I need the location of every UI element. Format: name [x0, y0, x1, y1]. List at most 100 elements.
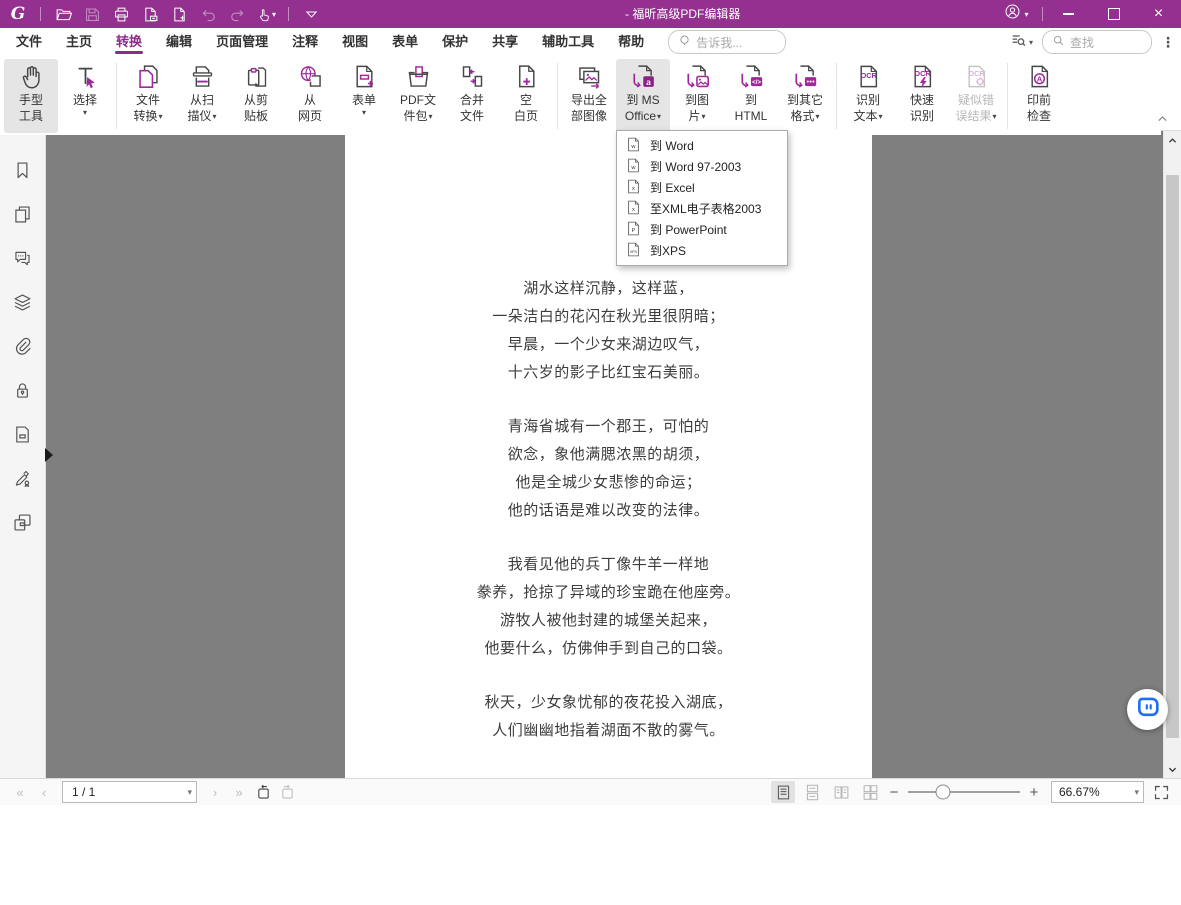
tab-form[interactable]: 表单 — [380, 28, 430, 56]
to-html-button[interactable]: </>到HTML — [724, 59, 778, 133]
hand-pointer-icon[interactable]: ▾ — [256, 4, 276, 24]
menu-item-to-xps[interactable]: XPS到XPS — [617, 240, 787, 261]
single-page-view-button[interactable] — [771, 781, 795, 803]
menu-item-label: 至XML电子表格2003 — [650, 200, 761, 217]
zoom-in-button[interactable]: + — [1027, 784, 1041, 801]
from-web-button[interactable]: 从网页 — [283, 59, 337, 133]
tab-accessibility[interactable]: 辅助工具 — [530, 28, 606, 56]
ocr-text-button[interactable]: OCR识别文本▾ — [841, 59, 895, 133]
sidebar-panel-bookmarks-button[interactable] — [12, 160, 33, 181]
pdf-portfolio-icon — [405, 61, 432, 92]
poem-line: 早晨，一个少女来湖边叹气， — [345, 331, 872, 359]
advanced-search-button[interactable]: ▾ — [1010, 32, 1033, 53]
next-view-button[interactable] — [275, 781, 299, 803]
ocr-quick-button[interactable]: OCR快速识别 — [895, 59, 949, 133]
sidebar-panel-form-fields-button[interactable] — [12, 424, 33, 445]
tab-share[interactable]: 共享 — [480, 28, 530, 56]
menu-item-to-word-97-2003[interactable]: w到 Word 97-2003 — [617, 156, 787, 177]
from-scanner-button[interactable]: 从扫描仪▾ — [175, 59, 229, 133]
zoom-slider-knob[interactable] — [935, 785, 950, 800]
previous-page-button[interactable]: ‹ — [32, 785, 56, 800]
account-button[interactable]: ▾ — [994, 0, 1039, 28]
menu-item-to-word[interactable]: w到 Word — [617, 135, 787, 156]
pdf-portfolio-button[interactable]: PDF文件包▾ — [391, 59, 445, 133]
to-ms-office-button[interactable]: a到 MSOffice▾ — [616, 59, 670, 133]
svg-text:OCR: OCR — [914, 69, 931, 78]
ai-assistant-button[interactable] — [1127, 689, 1168, 730]
menu-item-to-powerpoint[interactable]: P到 PowerPoint — [617, 219, 787, 240]
zoom-level-box[interactable]: 66.67% ▾ — [1051, 781, 1144, 803]
redo-icon[interactable] — [227, 4, 247, 24]
blank-page-button[interactable]: 空白页 — [499, 59, 553, 133]
vertical-scrollbar[interactable] — [1163, 130, 1181, 779]
minimize-icon — [1063, 13, 1074, 14]
more-options-button[interactable]: ⋮ — [1161, 34, 1175, 51]
undo-icon[interactable] — [198, 4, 218, 24]
to-other-button[interactable]: 到其它格式▾ — [778, 59, 832, 133]
close-icon: × — [1154, 6, 1163, 22]
sidebar-panel-pages-button[interactable] — [12, 204, 33, 225]
tab-comment[interactable]: 注释 — [280, 28, 330, 56]
convert-files-button[interactable]: 文件转换▾ — [121, 59, 175, 133]
tab-convert[interactable]: 转换 — [104, 28, 154, 56]
hand-tool-button[interactable]: 手型工具 — [4, 59, 58, 133]
group-separator — [836, 63, 837, 129]
maximize-button[interactable] — [1091, 0, 1136, 28]
scroll-down-button[interactable] — [1164, 761, 1181, 777]
sidebar-panel-security-button[interactable] — [12, 380, 33, 401]
to-image-button[interactable]: 到图片▾ — [670, 59, 724, 133]
minimize-button[interactable] — [1046, 0, 1091, 28]
sidebar-panel-signatures-button[interactable] — [12, 468, 33, 489]
close-button[interactable]: × — [1136, 0, 1181, 28]
preflight-button[interactable]: A印前检查 — [1012, 59, 1066, 133]
sidebar-panel-destinations-button[interactable] — [12, 512, 33, 533]
tab-home[interactable]: 主页 — [54, 28, 104, 56]
last-page-button[interactable]: » — [227, 785, 251, 800]
find-input[interactable]: 查找 — [1042, 30, 1152, 54]
tab-file[interactable]: 文件 — [4, 28, 54, 56]
open-folder-icon[interactable] — [53, 4, 73, 24]
add-page-icon[interactable] — [169, 4, 189, 24]
zoom-out-button[interactable]: − — [887, 784, 901, 801]
continuous-view-button[interactable] — [800, 781, 824, 803]
sidebar-panel-layers-button[interactable] — [12, 292, 33, 313]
tab-help[interactable]: 帮助 — [606, 28, 656, 56]
tell-me-search[interactable]: 告诉我... — [668, 30, 786, 54]
fullscreen-button[interactable] — [1149, 781, 1173, 803]
tab-view[interactable]: 视图 — [330, 28, 380, 56]
menu-item-to-excel[interactable]: x到 Excel — [617, 177, 787, 198]
scrollbar-thumb[interactable] — [1166, 175, 1179, 738]
continuous-facing-view-button[interactable] — [858, 781, 882, 803]
save-icon[interactable] — [82, 4, 102, 24]
menu-item-to-xml-spreadsheet-2003[interactable]: x至XML电子表格2003 — [617, 198, 787, 219]
sidebar-panel-attachments-button[interactable] — [12, 336, 33, 357]
doc-word-icon: w — [626, 137, 641, 155]
combine-files-button[interactable]: 合并文件 — [445, 59, 499, 133]
export-images-button[interactable]: 导出全部图像 — [562, 59, 616, 133]
select-tool-button[interactable]: 选择▾ — [58, 59, 112, 133]
collapse-ribbon-button[interactable] — [1156, 112, 1169, 130]
form-button[interactable]: 表单▾ — [337, 59, 391, 133]
statusbar: « ‹ 1 / 1 ▾ › » − + 66.67% ▾ — [0, 778, 1181, 805]
document-area[interactable]: 湖水这样沉静，这样蓝，一朵洁白的花闪在秋光里很阴暗；早晨，一个少女来湖边叹气，十… — [46, 130, 1164, 779]
tab-organize[interactable]: 页面管理 — [204, 28, 280, 56]
from-clipboard-button[interactable]: 从剪贴板 — [229, 59, 283, 133]
tab-edit[interactable]: 编辑 — [154, 28, 204, 56]
poem-line: 人们幽幽地指着湖面不散的雾气。 — [345, 717, 872, 745]
delete-page-icon[interactable] — [140, 4, 160, 24]
next-page-button[interactable]: › — [203, 785, 227, 800]
print-icon[interactable] — [111, 4, 131, 24]
customize-toolbar-chevron-icon[interactable] — [301, 4, 321, 24]
page-number-box[interactable]: 1 / 1 ▾ — [62, 781, 197, 803]
button-label: HTML — [735, 108, 768, 124]
sidebar-expand-handle[interactable] — [45, 448, 53, 462]
zoom-slider[interactable] — [908, 791, 1020, 793]
tab-protect[interactable]: 保护 — [430, 28, 480, 56]
previous-view-button[interactable] — [251, 781, 275, 803]
sidebar-panel-comments-button[interactable] — [12, 248, 33, 269]
scroll-up-button[interactable] — [1164, 132, 1181, 148]
facing-view-button[interactable] — [829, 781, 853, 803]
ocr-quick-icon: OCR — [909, 61, 936, 92]
first-page-button[interactable]: « — [8, 785, 32, 800]
button-label: 识别 — [910, 108, 934, 124]
